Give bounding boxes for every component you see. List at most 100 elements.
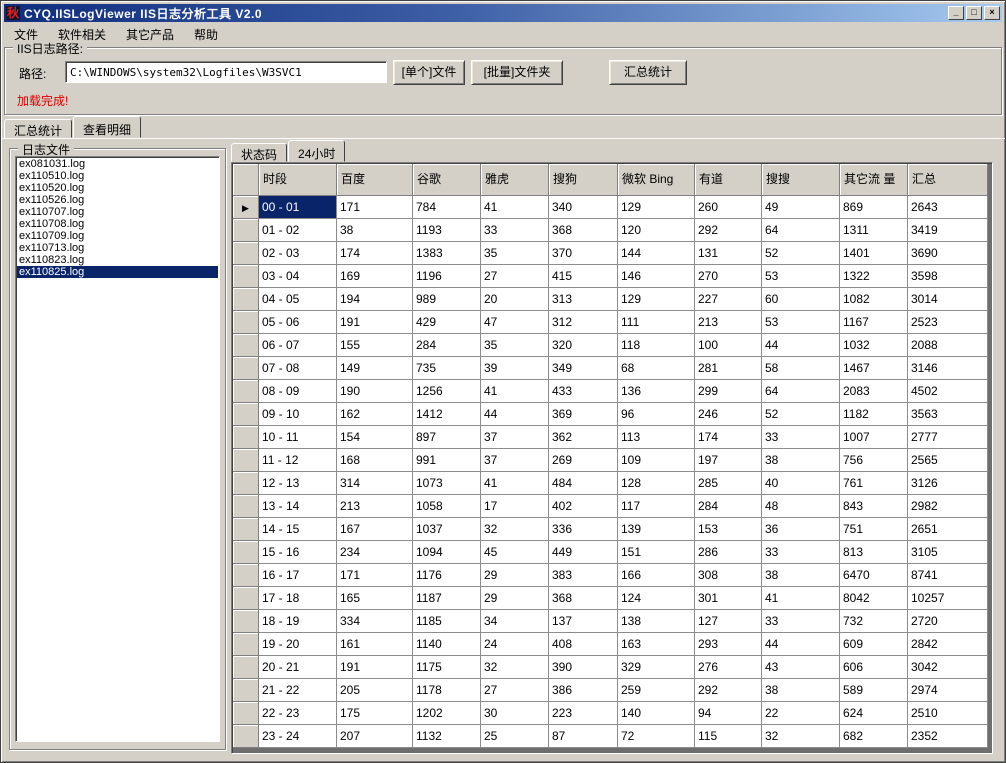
grid-cell[interactable]: 312 bbox=[549, 311, 618, 334]
grid-column-header[interactable]: 其它流 量 bbox=[840, 164, 908, 196]
grid-cell[interactable]: 270 bbox=[695, 265, 762, 288]
grid-cell[interactable]: 682 bbox=[840, 725, 908, 748]
grid-cell[interactable]: 276 bbox=[695, 656, 762, 679]
grid-cell[interactable]: 140 bbox=[618, 702, 695, 725]
grid-cell[interactable]: 813 bbox=[840, 541, 908, 564]
grid-column-header[interactable]: 微软 Bing bbox=[618, 164, 695, 196]
grid-cell[interactable]: 1176 bbox=[413, 564, 481, 587]
grid-cell[interactable]: 124 bbox=[618, 587, 695, 610]
grid-cell[interactable]: 38 bbox=[762, 449, 840, 472]
grid-cell[interactable]: 11 - 12 bbox=[259, 449, 337, 472]
grid-cell[interactable]: 113 bbox=[618, 426, 695, 449]
grid-cell[interactable]: 484 bbox=[549, 472, 618, 495]
list-item[interactable]: ex110708.log bbox=[17, 218, 218, 230]
grid-cell[interactable]: 23 - 24 bbox=[259, 725, 337, 748]
grid-cell[interactable]: 285 bbox=[695, 472, 762, 495]
grid-cell[interactable]: 129 bbox=[618, 196, 695, 219]
grid-cell[interactable]: 118 bbox=[618, 334, 695, 357]
grid-cell[interactable]: 368 bbox=[549, 219, 618, 242]
grid-column-header[interactable]: 有道 bbox=[695, 164, 762, 196]
grid-cell[interactable]: 111 bbox=[618, 311, 695, 334]
row-selector[interactable] bbox=[233, 541, 259, 564]
grid-cell[interactable]: 761 bbox=[840, 472, 908, 495]
menu-item-3[interactable]: 帮助 bbox=[184, 23, 228, 46]
grid-cell[interactable]: 39 bbox=[481, 357, 549, 380]
grid-cell[interactable]: 1412 bbox=[413, 403, 481, 426]
grid-cell[interactable]: 32 bbox=[762, 725, 840, 748]
log-path-input[interactable] bbox=[65, 61, 387, 83]
grid-cell[interactable]: 386 bbox=[549, 679, 618, 702]
grid-cell[interactable]: 308 bbox=[695, 564, 762, 587]
grid-cell[interactable]: 292 bbox=[695, 679, 762, 702]
menu-item-2[interactable]: 其它产品 bbox=[116, 23, 184, 46]
grid-cell[interactable]: 751 bbox=[840, 518, 908, 541]
grid-cell[interactable]: 3014 bbox=[908, 288, 988, 311]
grid-cell[interactable]: 08 - 09 bbox=[259, 380, 337, 403]
grid-cell[interactable]: 64 bbox=[762, 219, 840, 242]
grid-cell[interactable]: 72 bbox=[618, 725, 695, 748]
grid-cell[interactable]: 589 bbox=[840, 679, 908, 702]
grid-cell[interactable]: 3598 bbox=[908, 265, 988, 288]
grid-cell[interactable]: 155 bbox=[337, 334, 413, 357]
grid-cell[interactable]: 171 bbox=[337, 196, 413, 219]
grid-cell[interactable]: 299 bbox=[695, 380, 762, 403]
maximize-button[interactable]: □ bbox=[966, 6, 982, 20]
close-button[interactable]: × bbox=[984, 6, 1000, 20]
grid-cell[interactable]: 3690 bbox=[908, 242, 988, 265]
grid-cell[interactable]: 44 bbox=[762, 334, 840, 357]
grid-cell[interactable]: 223 bbox=[549, 702, 618, 725]
grid-cell[interactable]: 52 bbox=[762, 242, 840, 265]
grid-cell[interactable]: 1140 bbox=[413, 633, 481, 656]
list-item[interactable]: ex110709.log bbox=[17, 230, 218, 242]
grid-cell[interactable]: 162 bbox=[337, 403, 413, 426]
grid-cell[interactable]: 1383 bbox=[413, 242, 481, 265]
grid-cell[interactable]: 115 bbox=[695, 725, 762, 748]
grid-cell[interactable]: 1185 bbox=[413, 610, 481, 633]
grid-cell[interactable]: 127 bbox=[695, 610, 762, 633]
grid-cell[interactable]: 38 bbox=[762, 564, 840, 587]
grid-cell[interactable]: 334 bbox=[337, 610, 413, 633]
grid-cell[interactable]: 41 bbox=[481, 472, 549, 495]
grid-cell[interactable]: 2523 bbox=[908, 311, 988, 334]
row-selector[interactable] bbox=[233, 725, 259, 748]
grid-cell[interactable]: 370 bbox=[549, 242, 618, 265]
grid-column-header[interactable]: 谷歌 bbox=[413, 164, 481, 196]
grid-cell[interactable]: 01 - 02 bbox=[259, 219, 337, 242]
grid-cell[interactable]: 07 - 08 bbox=[259, 357, 337, 380]
grid-cell[interactable]: 138 bbox=[618, 610, 695, 633]
grid-cell[interactable]: 174 bbox=[337, 242, 413, 265]
grid-cell[interactable]: 1202 bbox=[413, 702, 481, 725]
grid-cell[interactable]: 293 bbox=[695, 633, 762, 656]
grid-cell[interactable]: 1167 bbox=[840, 311, 908, 334]
grid-cell[interactable]: 259 bbox=[618, 679, 695, 702]
grid-cell[interactable]: 301 bbox=[695, 587, 762, 610]
grid-cell[interactable]: 897 bbox=[413, 426, 481, 449]
grid-cell[interactable]: 04 - 05 bbox=[259, 288, 337, 311]
grid-cell[interactable]: 869 bbox=[840, 196, 908, 219]
row-selector[interactable] bbox=[233, 403, 259, 426]
grid-cell[interactable]: 1073 bbox=[413, 472, 481, 495]
grid-cell[interactable]: 735 bbox=[413, 357, 481, 380]
row-selector[interactable] bbox=[233, 679, 259, 702]
grid-cell[interactable]: 213 bbox=[695, 311, 762, 334]
grid-cell[interactable]: 32 bbox=[481, 518, 549, 541]
grid-cell[interactable]: 128 bbox=[618, 472, 695, 495]
grid-cell[interactable]: 47 bbox=[481, 311, 549, 334]
row-selector[interactable] bbox=[233, 610, 259, 633]
grid-cell[interactable]: 171 bbox=[337, 564, 413, 587]
grid-cell[interactable]: 8741 bbox=[908, 564, 988, 587]
grid-cell[interactable]: 415 bbox=[549, 265, 618, 288]
grid-cell[interactable]: 00 - 01 bbox=[259, 196, 337, 219]
grid-cell[interactable]: 22 bbox=[762, 702, 840, 725]
row-selector[interactable] bbox=[233, 472, 259, 495]
grid-cell[interactable]: 17 bbox=[481, 495, 549, 518]
grid-cell[interactable]: 38 bbox=[762, 679, 840, 702]
grid-cell[interactable]: 02 - 03 bbox=[259, 242, 337, 265]
grid-cell[interactable]: 36 bbox=[762, 518, 840, 541]
grid-cell[interactable]: 144 bbox=[618, 242, 695, 265]
list-item[interactable]: ex110520.log bbox=[17, 182, 218, 194]
grid-cell[interactable]: 168 bbox=[337, 449, 413, 472]
row-selector[interactable] bbox=[233, 702, 259, 725]
grid-cell[interactable]: 1058 bbox=[413, 495, 481, 518]
grid-cell[interactable]: 1007 bbox=[840, 426, 908, 449]
